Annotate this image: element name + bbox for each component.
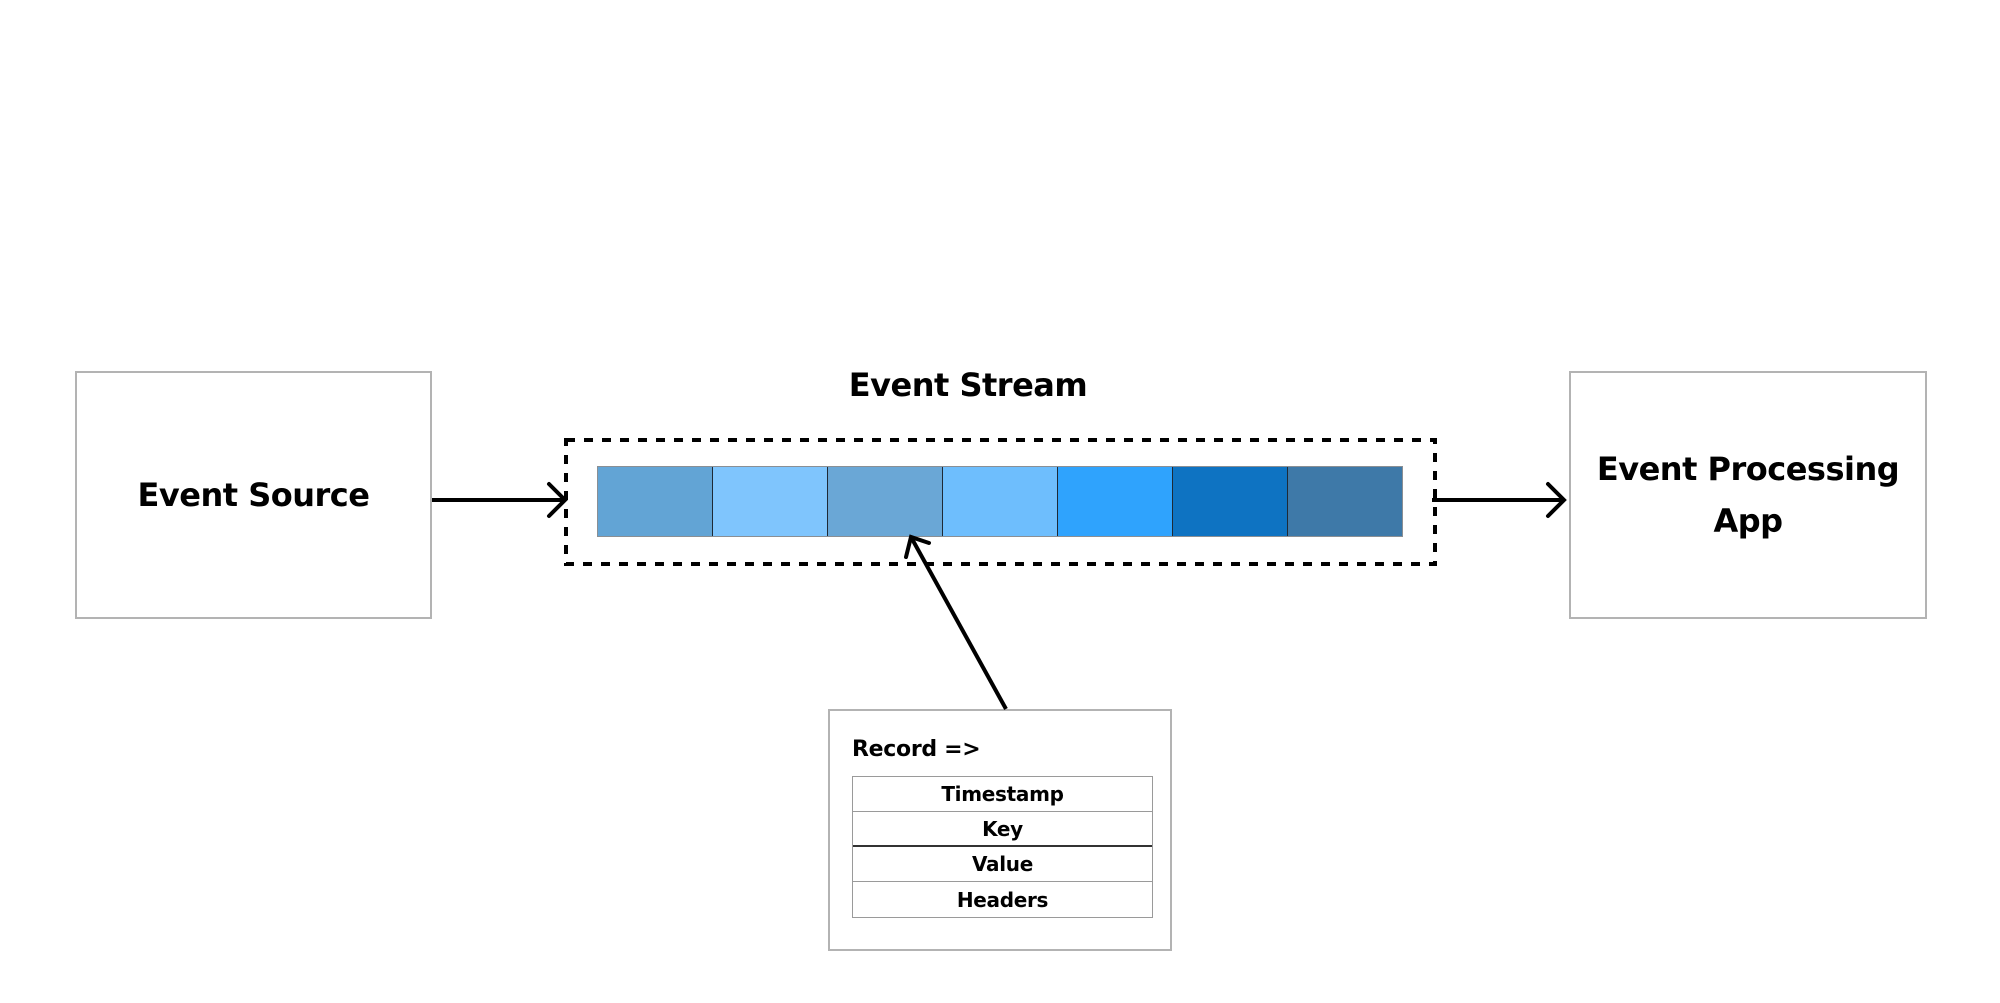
stream-segment[interactable]: [828, 467, 943, 536]
event-stream-title: Event Stream: [848, 366, 1088, 404]
edge-stream-to-app: [1432, 482, 1567, 518]
edge-line: [909, 536, 1008, 710]
arrowhead-icon: [547, 482, 568, 518]
edge-source-to-stream: [432, 482, 568, 518]
record-label: Record =>: [852, 737, 981, 762]
arrowhead-icon: [904, 534, 931, 559]
arrowhead-icon: [1546, 482, 1567, 518]
record-field-value: Value: [853, 847, 1152, 882]
event-stream-strip[interactable]: [597, 466, 1403, 537]
event-processing-app-label: Event Processing App: [1596, 450, 1900, 540]
record-field-timestamp: Timestamp: [853, 777, 1152, 812]
record-node[interactable]: Record => Timestamp Key Value Headers: [828, 709, 1172, 951]
stream-segment[interactable]: [598, 467, 713, 536]
event-source-label: Event Source: [137, 476, 370, 514]
stream-segment[interactable]: [713, 467, 828, 536]
stream-segment[interactable]: [1288, 467, 1402, 536]
record-field-headers: Headers: [956, 887, 1049, 912]
edge-record-to-stream: [904, 534, 1008, 710]
event-source-node[interactable]: Event Source: [75, 371, 432, 619]
stream-segment[interactable]: [1058, 467, 1173, 536]
event-processing-app-node[interactable]: Event Processing App: [1569, 371, 1927, 619]
stream-segment[interactable]: [943, 467, 1058, 536]
record-field-key: Key: [853, 812, 1152, 847]
stream-segment[interactable]: [1173, 467, 1288, 536]
record-fields-table: Timestamp Key Value Headers: [852, 776, 1153, 918]
